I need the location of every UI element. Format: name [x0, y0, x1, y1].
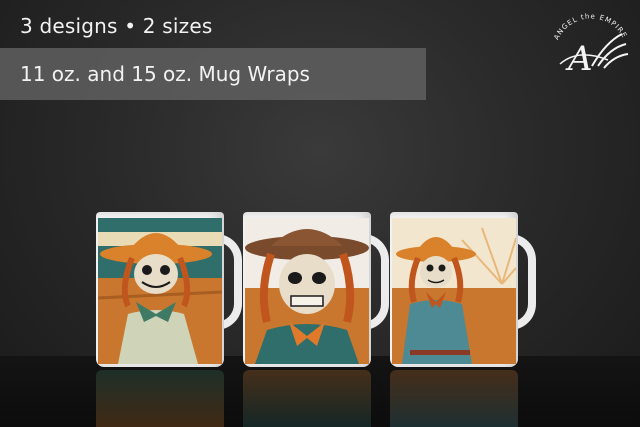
scarecrow-design-2	[245, 218, 369, 364]
mug-3	[390, 212, 540, 372]
mug-2-reflection	[243, 370, 371, 427]
scarecrow-design-3	[392, 218, 516, 364]
subheadline: 11 oz. and 15 oz. Mug Wraps	[20, 62, 310, 86]
scarecrow-design-1	[98, 218, 222, 364]
headline: 3 designs • 2 sizes	[20, 14, 213, 38]
mug-body	[243, 212, 371, 367]
mug-1	[96, 212, 246, 372]
subheadline-banner: 11 oz. and 15 oz. Mug Wraps	[0, 48, 426, 100]
mug-body	[390, 212, 518, 367]
mug-2	[243, 212, 393, 372]
brand-logo: ANGEL the EMPIRE A	[548, 8, 634, 80]
mug-1-reflection	[96, 370, 224, 427]
mug-3-reflection	[390, 370, 518, 427]
svg-text:A: A	[565, 39, 593, 79]
mug-body	[96, 212, 224, 367]
